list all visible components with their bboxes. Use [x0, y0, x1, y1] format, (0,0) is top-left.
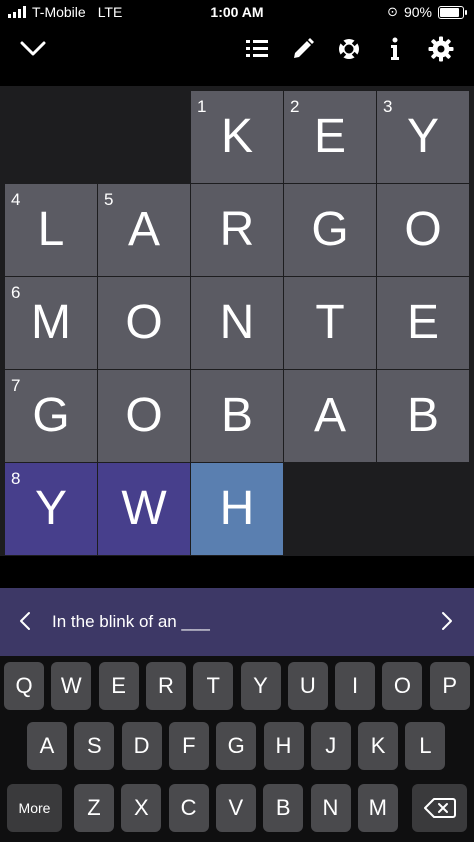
- cell-letter: O: [125, 296, 163, 349]
- cell-letter: G: [311, 203, 349, 256]
- key-k[interactable]: K: [358, 722, 399, 770]
- cell-letter: E: [406, 296, 439, 349]
- clue-text[interactable]: In the blink of an ___: [52, 612, 210, 632]
- grid-cell[interactable]: G: [284, 184, 376, 276]
- cell-letter: E: [313, 110, 346, 163]
- grid-block: [98, 91, 190, 183]
- key-l[interactable]: L: [405, 722, 446, 770]
- cell-letter: Y: [34, 482, 67, 535]
- gear-icon[interactable]: [424, 32, 458, 66]
- cell-letter: Y: [406, 110, 439, 163]
- grid-cell[interactable]: 8Y: [5, 463, 97, 555]
- key-u[interactable]: U: [287, 662, 328, 710]
- grid-cell[interactable]: 1K: [191, 91, 283, 183]
- grid-cell[interactable]: O: [98, 277, 190, 369]
- grid-cell[interactable]: 3Y: [377, 91, 469, 183]
- lifebuoy-icon[interactable]: [332, 32, 366, 66]
- cell-letter: O: [404, 203, 442, 256]
- grid-cell[interactable]: 4L: [5, 184, 97, 276]
- backspace-icon: [423, 798, 456, 818]
- battery-icon: [438, 5, 467, 19]
- grid-cell[interactable]: 6M: [5, 277, 97, 369]
- cell-letter: H: [219, 482, 255, 535]
- key-g[interactable]: G: [216, 722, 257, 770]
- key-t[interactable]: T: [193, 662, 234, 710]
- grid-cell[interactable]: O: [377, 184, 469, 276]
- key-j[interactable]: J: [310, 722, 351, 770]
- grid-block: [377, 463, 469, 555]
- cell-letter: N: [219, 296, 255, 349]
- cell-letter: R: [219, 203, 255, 256]
- grid-cell[interactable]: O: [98, 370, 190, 462]
- cell-letter: W: [121, 482, 167, 535]
- cell-letter: B: [220, 389, 253, 442]
- grid-cell[interactable]: 5A: [98, 184, 190, 276]
- grid-cell[interactable]: H: [191, 463, 283, 555]
- cell-letter: G: [32, 389, 70, 442]
- pencil-icon[interactable]: [286, 32, 320, 66]
- key-r[interactable]: R: [145, 662, 186, 710]
- grid-block: [284, 463, 376, 555]
- chevron-down-icon[interactable]: [16, 32, 50, 66]
- key-e[interactable]: E: [98, 662, 139, 710]
- battery-percent: 90%: [403, 4, 432, 20]
- key-a[interactable]: A: [27, 722, 67, 770]
- key-x[interactable]: X: [121, 784, 162, 832]
- keyboard: More QWERTYUIOP ASDFGHJKL ZXCVBNM: [0, 656, 474, 842]
- cell-letter: T: [315, 296, 345, 349]
- next-clue-button[interactable]: [432, 606, 462, 636]
- grid-block: [5, 91, 97, 183]
- status-bar: T-Mobile LTE 1:00 AM ⊙ 90%: [0, 0, 474, 26]
- key-s[interactable]: S: [74, 722, 115, 770]
- grid-cell[interactable]: N: [191, 277, 283, 369]
- orientation-lock-icon: ⊙: [387, 4, 398, 19]
- key-b[interactable]: B: [263, 784, 304, 832]
- toolbar: [0, 26, 474, 72]
- grid-cell[interactable]: R: [191, 184, 283, 276]
- cell-letter: A: [127, 203, 160, 256]
- cell-letter: L: [37, 203, 65, 256]
- key-m[interactable]: M: [357, 784, 398, 832]
- grid-cell[interactable]: E: [377, 277, 469, 369]
- list-icon[interactable]: [240, 32, 274, 66]
- key-y[interactable]: Y: [240, 662, 281, 710]
- grid-cell[interactable]: 7G: [5, 370, 97, 462]
- key-f[interactable]: F: [168, 722, 209, 770]
- key-i[interactable]: I: [335, 662, 376, 710]
- key-c[interactable]: C: [168, 784, 209, 832]
- key-d[interactable]: D: [121, 722, 162, 770]
- more-key[interactable]: More: [7, 784, 62, 832]
- previous-clue-button[interactable]: [10, 606, 40, 636]
- key-o[interactable]: O: [382, 662, 423, 710]
- cell-letter: K: [220, 110, 253, 163]
- key-w[interactable]: W: [51, 662, 92, 710]
- crossword-grid: 1K2E3Y 4L5A R G O 6M O N T E 7G O B A B 8Y WH: [0, 86, 474, 556]
- grid-cell[interactable]: B: [377, 370, 469, 462]
- backspace-key[interactable]: [412, 784, 467, 832]
- key-z[interactable]: Z: [74, 784, 114, 832]
- key-p[interactable]: P: [429, 662, 470, 710]
- info-icon[interactable]: [378, 32, 412, 66]
- key-v[interactable]: V: [215, 784, 256, 832]
- grid-cell[interactable]: B: [191, 370, 283, 462]
- grid-cell[interactable]: T: [284, 277, 376, 369]
- clue-bar: In the blink of an ___: [0, 588, 474, 656]
- key-q[interactable]: Q: [4, 662, 44, 710]
- grid-cell[interactable]: W: [98, 463, 190, 555]
- cell-letter: O: [125, 389, 163, 442]
- key-n[interactable]: N: [310, 784, 351, 832]
- cell-letter: A: [313, 389, 346, 442]
- status-right: ⊙ 90%: [387, 4, 467, 20]
- cell-letter: B: [406, 389, 439, 442]
- grid-cell[interactable]: A: [284, 370, 376, 462]
- cell-letter: M: [31, 296, 71, 349]
- key-h[interactable]: H: [263, 722, 304, 770]
- grid-cell[interactable]: 2E: [284, 91, 376, 183]
